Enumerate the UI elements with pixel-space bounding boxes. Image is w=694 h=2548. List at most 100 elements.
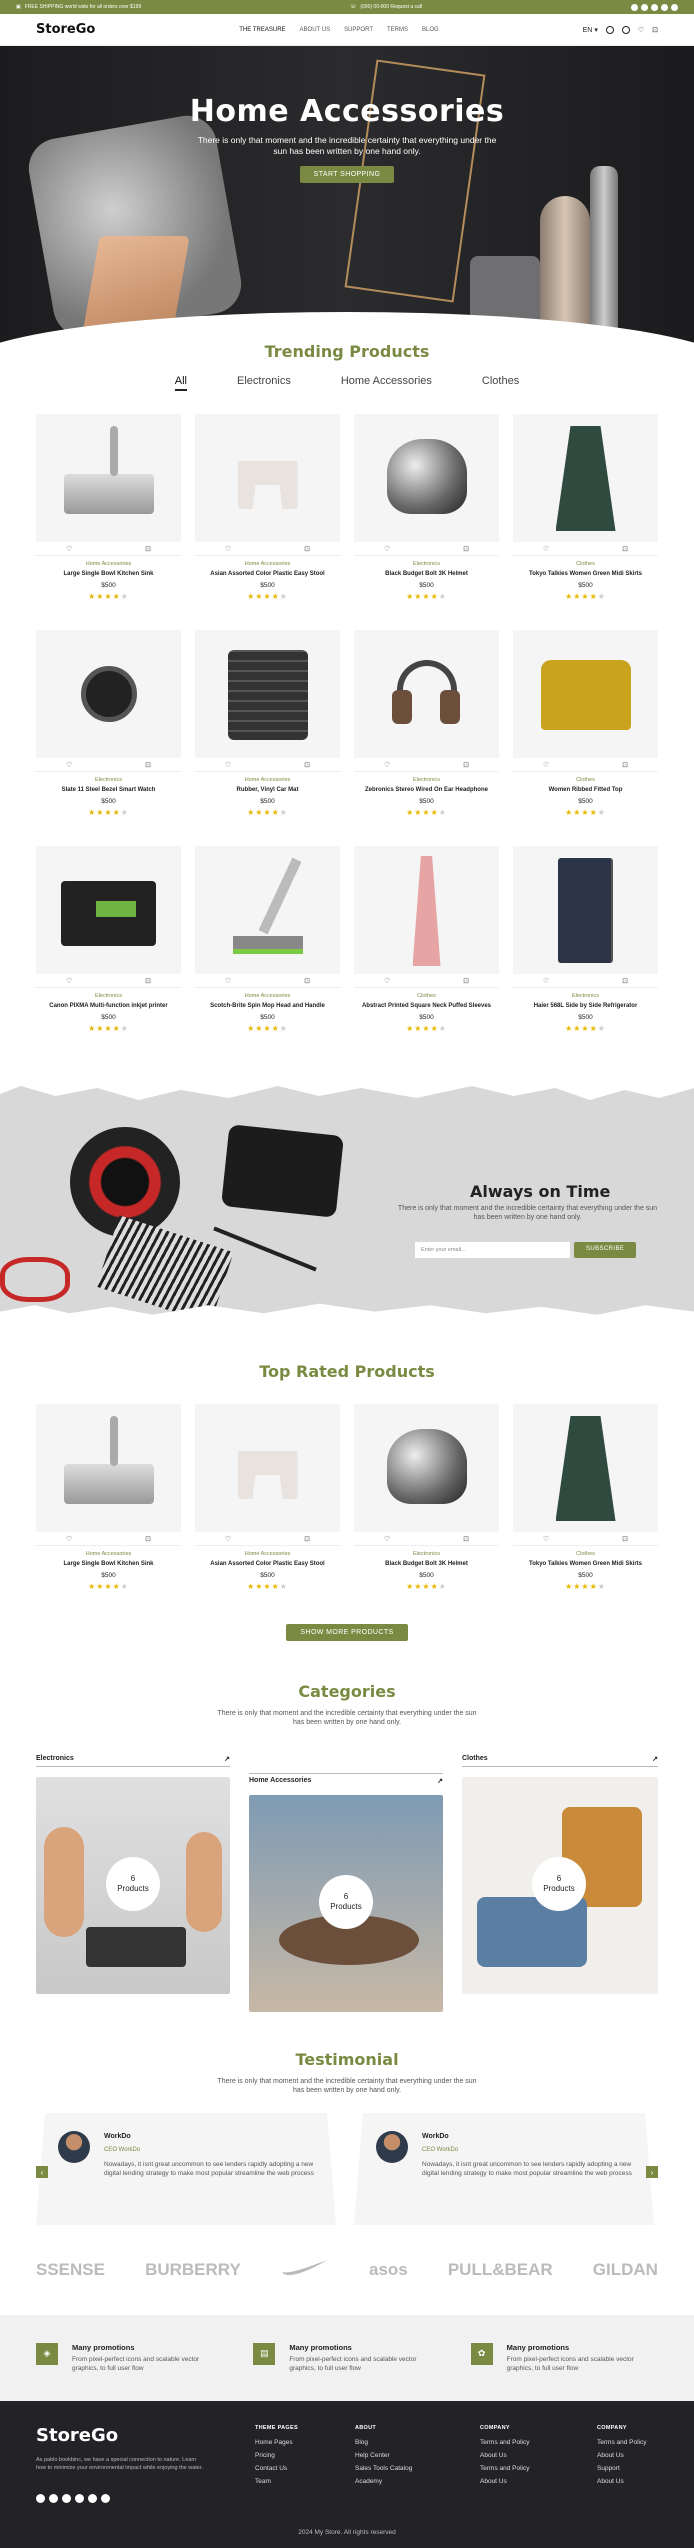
product-image[interactable] (354, 1404, 499, 1532)
heart-icon[interactable]: ♡ (66, 1535, 72, 1543)
twitter-icon[interactable] (49, 2494, 58, 2503)
linkedin-icon[interactable] (88, 2494, 97, 2503)
footer-link[interactable]: About Us (480, 2478, 530, 2485)
heart-icon[interactable]: ♡ (543, 545, 549, 553)
cart-icon[interactable]: ⊡ (304, 545, 310, 553)
footer-link[interactable]: Academy (355, 2478, 412, 2485)
footer-link[interactable]: Pricing (255, 2452, 298, 2459)
next-arrow-icon[interactable]: › (646, 2166, 658, 2178)
email-input[interactable]: Enter your email... (415, 1242, 570, 1258)
category-card-electronics[interactable]: Electronics ↗ (36, 1755, 230, 1767)
brand-logo-burberry[interactable]: BURBERRY (145, 2260, 241, 2280)
product-image[interactable] (354, 630, 499, 758)
product-card[interactable]: ♡ ⊡ Electronics Slate 11 Steel Bezel Smar… (36, 630, 181, 846)
product-card[interactable]: ♡ ⊡ Electronics Black Budget Bolt 3K Helm… (354, 1404, 499, 1620)
product-image[interactable] (513, 630, 658, 758)
arrow-icon[interactable]: ↗ (652, 1755, 658, 1763)
twitter-icon[interactable] (641, 3, 648, 11)
arrow-icon[interactable]: ↗ (224, 1755, 230, 1763)
cart-icon[interactable]: ⊡ (463, 545, 469, 553)
product-name[interactable]: Asian Assorted Color Plastic Easy Stool (195, 571, 340, 577)
language-select[interactable]: EN ▾ (583, 26, 598, 34)
product-name[interactable]: Black Budget Bolt 3K Helmet (354, 571, 499, 577)
category-card-home-accessories[interactable]: Home Accessories ↗ (249, 1773, 443, 1788)
cart-icon[interactable]: ⊡ (304, 761, 310, 769)
menu-item-about[interactable]: ABOUT US (300, 27, 331, 33)
product-name[interactable]: Scotch-Brite Spin Mop Head and Handle (195, 1003, 340, 1009)
cart-icon[interactable]: ⊡ (622, 545, 628, 553)
cart-icon[interactable]: ⊡ (622, 1535, 628, 1543)
cart-icon[interactable]: ⊡ (652, 26, 658, 34)
logo[interactable]: StoreGo (36, 22, 95, 37)
heart-icon[interactable]: ♡ (638, 26, 644, 34)
heart-icon[interactable]: ♡ (384, 545, 390, 553)
search-icon[interactable] (605, 25, 614, 34)
cart-icon[interactable]: ⊡ (145, 977, 151, 985)
youtube-icon[interactable] (75, 2494, 84, 2503)
product-name[interactable]: Slate 11 Steel Bezel Smart Watch (36, 787, 181, 793)
heart-icon[interactable]: ♡ (543, 977, 549, 985)
product-name[interactable]: Tokyo Talkies Women Green Midi Skirts (513, 571, 658, 577)
product-card[interactable]: ♡ ⊡ Home Accessories Asian Assorted Color… (195, 414, 340, 630)
product-name[interactable]: Canon PIXMA Multi-function inkjet printe… (36, 1003, 181, 1009)
footer-link[interactable]: Team (255, 2478, 298, 2485)
footer-link[interactable]: Terms and Policy (480, 2465, 530, 2472)
menu-item-blog[interactable]: BLOG (422, 27, 439, 33)
cart-icon[interactable]: ⊡ (304, 977, 310, 985)
footer-link[interactable]: Support (597, 2465, 647, 2472)
show-more-products-button[interactable]: SHOW MORE PRODUCTS (286, 1624, 408, 1641)
product-image[interactable] (195, 1404, 340, 1532)
brand-logo-nike[interactable] (281, 2258, 329, 2281)
product-name[interactable]: Black Budget Bolt 3K Helmet (354, 1561, 499, 1567)
tab-clothes[interactable]: Clothes (482, 375, 519, 391)
pinterest-icon[interactable] (101, 2494, 110, 2503)
product-name[interactable]: Tokyo Talkies Women Green Midi Skirts (513, 1561, 658, 1567)
menu-item-terms[interactable]: TERMS (387, 27, 408, 33)
product-card[interactable]: ♡ ⊡ Electronics Canon PIXMA Multi-functio… (36, 846, 181, 1062)
heart-icon[interactable]: ♡ (543, 1535, 549, 1543)
product-image[interactable] (513, 414, 658, 542)
product-card[interactable]: ♡ ⊡ Clothes Tokyo Talkies Women Green Mid… (513, 1404, 658, 1620)
cart-icon[interactable]: ⊡ (145, 1535, 151, 1543)
footer-link[interactable]: About Us (597, 2452, 647, 2459)
footer-link[interactable]: Sales Tools Catalog (355, 2465, 412, 2472)
product-image[interactable] (36, 846, 181, 974)
product-image[interactable] (36, 414, 181, 542)
cart-icon[interactable]: ⊡ (622, 761, 628, 769)
tab-electronics[interactable]: Electronics (237, 375, 291, 391)
youtube-icon[interactable] (661, 3, 668, 11)
menu-item-treasure[interactable]: THE TREASURE (239, 27, 285, 33)
heart-icon[interactable]: ♡ (384, 1535, 390, 1543)
brand-logo-gildan[interactable]: GILDAN (593, 2260, 658, 2280)
brand-logo-asos[interactable]: asos (369, 2260, 408, 2280)
product-image[interactable] (195, 630, 340, 758)
heart-icon[interactable]: ♡ (543, 761, 549, 769)
heart-icon[interactable]: ♡ (225, 977, 231, 985)
cart-icon[interactable]: ⊡ (463, 1535, 469, 1543)
footer-link[interactable]: About Us (480, 2452, 530, 2459)
cart-icon[interactable]: ⊡ (145, 545, 151, 553)
footer-link[interactable]: Contact Us (255, 2465, 298, 2472)
footer-link[interactable]: Terms and Policy (480, 2439, 530, 2446)
product-name[interactable]: Zebronics Stereo Wired On Ear Headphone (354, 787, 499, 793)
brand-logo-pullbear[interactable]: PULL&BEAR (448, 2260, 553, 2280)
cart-icon[interactable]: ⊡ (463, 977, 469, 985)
product-card[interactable]: ♡ ⊡ Clothes Tokyo Talkies Women Green Mid… (513, 414, 658, 630)
product-image[interactable] (36, 630, 181, 758)
product-card[interactable]: ♡ ⊡ Clothes Women Ribbed Fitted Top $500 … (513, 630, 658, 846)
cart-icon[interactable]: ⊡ (463, 761, 469, 769)
facebook-icon[interactable] (631, 3, 638, 11)
heart-icon[interactable]: ♡ (384, 761, 390, 769)
product-name[interactable]: Large Single Bowl Kitchen Sink (36, 571, 181, 577)
linkedin-icon[interactable] (671, 3, 678, 11)
product-card[interactable]: ♡ ⊡ Home Accessories Rubber, Vinyl Car Ma… (195, 630, 340, 846)
product-name[interactable]: Asian Assorted Color Plastic Easy Stool (195, 1561, 340, 1567)
product-image[interactable] (195, 846, 340, 974)
heart-icon[interactable]: ♡ (225, 1535, 231, 1543)
facebook-icon[interactable] (36, 2494, 45, 2503)
footer-link[interactable]: About Us (597, 2478, 647, 2485)
tab-home-accessories[interactable]: Home Accessories (341, 375, 432, 391)
product-card[interactable]: ♡ ⊡ Home Accessories Asian Assorted Color… (195, 1404, 340, 1620)
product-card[interactable]: ♡ ⊡ Clothes Abstract Printed Square Neck … (354, 846, 499, 1062)
product-image[interactable] (36, 1404, 181, 1532)
